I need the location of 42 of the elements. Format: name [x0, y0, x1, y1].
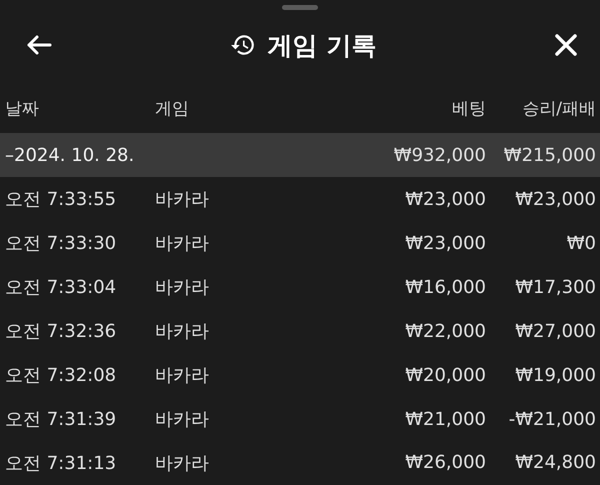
close-button[interactable]: [554, 33, 578, 58]
time-cell-text: 오전 7:33:30: [5, 232, 118, 256]
column-header[interactable]: 베팅: [346, 97, 486, 120]
result-cell-text: -₩21,000: [508, 408, 596, 430]
bet-cell-text: ₩22,000: [404, 320, 486, 342]
column-header[interactable]: 승리/패배: [486, 97, 596, 120]
result-cell-text: ₩23,000: [514, 188, 596, 210]
column-header[interactable]: 날짜: [5, 97, 155, 120]
window-title: 게임 기록: [268, 30, 376, 62]
column-header[interactable]: 게임: [155, 97, 346, 120]
time-cell-text: 오전 7:31:39: [5, 408, 118, 432]
time-cell-text: 오전 7:31:13: [5, 452, 118, 475]
result-cell-text: ₩19,000: [514, 364, 596, 386]
game-cell-text: 바카라: [155, 408, 210, 432]
time-cell-text: 오전 7:33:04: [5, 276, 118, 300]
result-cell-text: ₩17,300: [514, 276, 596, 298]
bet-total: ₩932,000: [392, 144, 486, 166]
back-button[interactable]: [26, 34, 52, 56]
result-cell-text: ₩0: [566, 232, 596, 254]
result-total: ₩215,000: [502, 144, 596, 166]
bet-cell-text: ₩23,000: [404, 188, 486, 210]
game-cell-text: 바카라: [155, 232, 210, 256]
bet-cell-text: ₩21,000: [404, 408, 486, 430]
back-arrow-icon: [26, 34, 52, 56]
date-group-label: –2024. 10. 28.: [5, 144, 136, 166]
bet-cell-text: ₩23,000: [404, 232, 486, 254]
game-cell-text: 바카라: [155, 320, 210, 344]
result-cell-text: ₩24,800: [514, 452, 596, 474]
game-cell-text: 바카라: [155, 188, 210, 212]
bet-cell-text: ₩16,000: [404, 276, 486, 298]
drag-handle[interactable]: [282, 5, 318, 10]
result-cell-text: ₩27,000: [514, 320, 596, 342]
bet-cell-text: ₩20,000: [404, 364, 486, 386]
game-cell-text: 바카라: [155, 276, 210, 300]
time-cell-text: 오전 7:32:36: [5, 320, 118, 344]
game-cell-text: 바카라: [155, 364, 210, 388]
time-cell-text: 오전 7:33:55: [5, 188, 118, 212]
date-group-row[interactable]: –2024. 10. 28. ₩932,000 ₩215,000: [0, 133, 600, 178]
close-icon: [554, 33, 578, 58]
time-cell-text: 오전 7:32:08: [5, 364, 118, 388]
bet-cell-text: ₩26,000: [404, 452, 486, 474]
game-cell-text: 바카라: [155, 452, 210, 475]
